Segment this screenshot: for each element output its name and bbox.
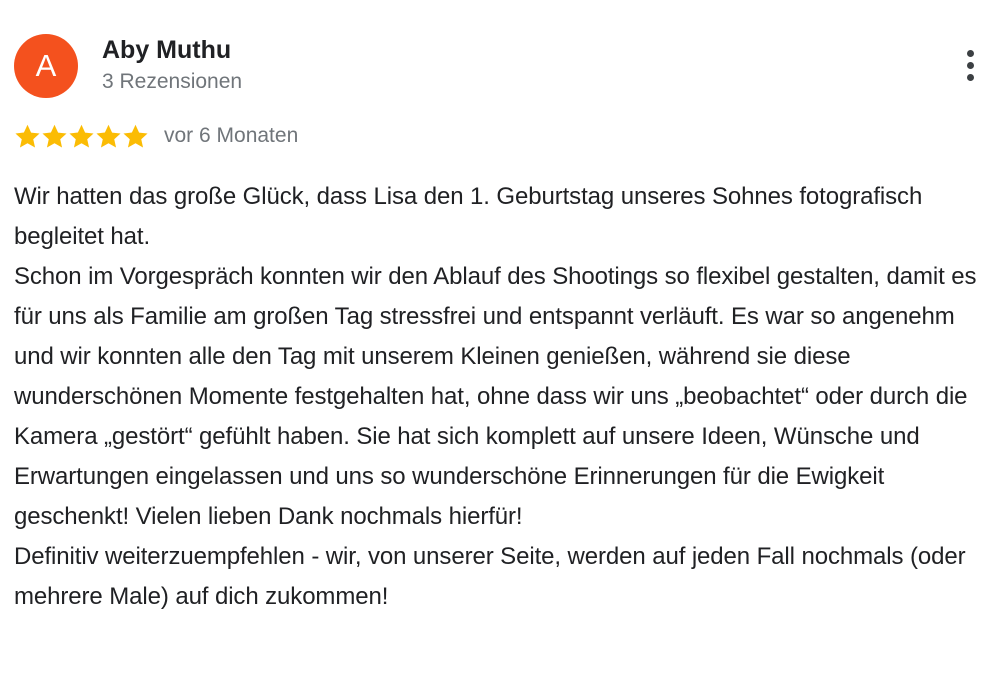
star-icon — [69, 124, 94, 148]
review-paragraph: Wir hatten das große Glück, dass Lisa de… — [14, 183, 923, 250]
star-icon — [15, 124, 40, 148]
more-options-button[interactable] — [956, 46, 986, 86]
star-icon — [123, 124, 148, 148]
review-date: vor 6 Monaten — [164, 124, 299, 147]
avatar[interactable]: A — [14, 34, 78, 98]
star-icon — [96, 124, 121, 148]
review-paragraph: Schon im Vorgespräch konnten wir den Abl… — [14, 263, 977, 530]
review-paragraph: Definitiv weiterzuempfehlen - wir, von u… — [14, 543, 966, 610]
review-count[interactable]: 3 Rezensionen — [102, 70, 242, 94]
rating-row: vor 6 Monaten — [14, 121, 298, 151]
review-text: Wir hatten das große Glück, dass Lisa de… — [14, 177, 989, 617]
star-icon — [42, 124, 67, 148]
author-name[interactable]: Aby Muthu — [102, 36, 231, 65]
review-card: A Aby Muthu 3 Rezensionen vor 6 Monaten … — [0, 0, 994, 690]
star-rating — [14, 123, 149, 150]
